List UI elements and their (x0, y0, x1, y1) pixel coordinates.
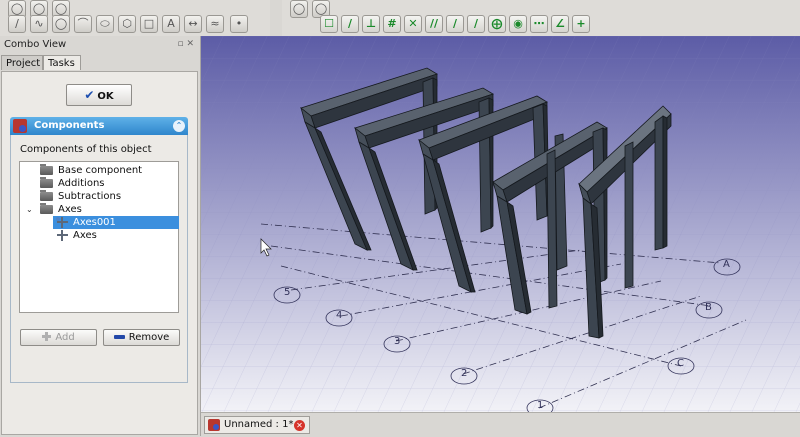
snap-intersection-icon[interactable]: ✕ (404, 15, 422, 33)
snap-dots-icon[interactable]: ⋯ (530, 15, 548, 33)
combo-view-panel: Combo View ▫ ✕ Project Tasks ✔ OK Compone… (0, 36, 201, 436)
tree-item-label: Additions (58, 178, 105, 189)
plus-icon (42, 332, 52, 341)
folder-icon (40, 164, 53, 175)
add-button[interactable]: Add (20, 329, 97, 346)
axis-label: 2 (461, 368, 467, 379)
toolbar-right: ◯ ◯ ☐ ∕ ⊥ # ✕ // ∕ ∕ ⨁ ◉ ⋯ ∠ + (282, 0, 800, 37)
check-icon: ✔ (84, 88, 95, 102)
remove-button-label: Remove (128, 332, 170, 343)
remove-button[interactable]: Remove (103, 329, 180, 346)
point-tool-icon[interactable]: • (230, 15, 248, 33)
rectangle-tool-icon[interactable]: □ (140, 15, 158, 33)
components-subtitle: Components of this object (20, 144, 152, 155)
snap-endpoint-icon[interactable]: ∕ (341, 15, 359, 33)
components-header-label: Components (34, 120, 105, 131)
axis-label: C (677, 358, 684, 369)
axes-icon-dot (56, 217, 60, 221)
snap-circle-icon[interactable]: ◉ (509, 15, 527, 33)
tasks-pane: ✔ OK Components ⌃ Components of this obje… (1, 71, 198, 435)
snap-midpoint-icon[interactable]: ∕ (446, 15, 464, 33)
line-tool-icon[interactable]: ∕ (8, 15, 26, 33)
tool-icon[interactable]: ◯ (290, 0, 308, 18)
snap-parallel-icon[interactable]: // (425, 15, 443, 33)
minus-icon (113, 335, 125, 339)
snap-extension-icon[interactable]: ∕ (467, 15, 485, 33)
components-body: Components of this object Base component… (10, 135, 188, 383)
snap-lock-icon[interactable]: ☐ (320, 15, 338, 33)
freecad-icon (208, 419, 220, 431)
snap-perpendicular-icon[interactable]: ⊥ (362, 15, 380, 33)
tree-item-label: Axes (73, 230, 97, 241)
folder-icon (40, 190, 53, 201)
tree-item-label: Base component (58, 165, 143, 176)
ellipse-tool-icon[interactable]: ⬭ (96, 15, 114, 33)
polygon-tool-icon[interactable]: ⬡ (118, 15, 136, 33)
components-icon (13, 119, 27, 133)
document-tab-bar: Unnamed : 1* ✕ (201, 412, 800, 437)
circle-tool-icon[interactable]: ◯ (52, 15, 70, 33)
snap-angle-icon[interactable]: ∠ (551, 15, 569, 33)
dimension-tool-icon[interactable]: ↔ (184, 15, 202, 33)
tree-item-label: Axes001 (73, 217, 116, 228)
add-button-label: Add (55, 332, 75, 343)
snap-plus-icon[interactable]: + (572, 15, 590, 33)
axis-label: 4 (336, 310, 342, 321)
axis-label: A (723, 259, 730, 270)
3d-scene: 5 4 3 2 1 A B C (201, 36, 800, 412)
document-tab-label: Unnamed : 1* (224, 419, 294, 430)
document-tab[interactable]: Unnamed : 1* ✕ (204, 416, 310, 434)
tab-project[interactable]: Project (1, 55, 43, 70)
wire-tool-icon[interactable]: ∿ (30, 15, 48, 33)
tab-tasks[interactable]: Tasks (43, 55, 81, 70)
axis-label: B (705, 302, 712, 313)
axis-label: 1 (537, 400, 543, 411)
axis-label: 3 (394, 336, 400, 347)
components-tree[interactable]: Base component Additions Subtractions ⌄ … (19, 161, 179, 313)
components-header: Components ⌃ (10, 117, 188, 135)
tree-item-label: Subtractions (58, 191, 122, 202)
ok-button-label: OK (97, 91, 114, 102)
text-tool-icon[interactable]: A (162, 15, 180, 33)
tree-item-axes001[interactable]: Axes001 (53, 216, 179, 229)
snap-center-icon[interactable]: ⨁ (488, 15, 506, 33)
folder-icon (40, 203, 53, 214)
folder-icon (40, 177, 53, 188)
close-icon[interactable]: ✕ (294, 420, 305, 431)
panel-controls-icon[interactable]: ▫ ✕ (177, 39, 194, 49)
ok-button[interactable]: ✔ OK (66, 84, 132, 106)
collapse-icon[interactable]: ⌃ (173, 120, 185, 132)
combo-view-title: Combo View (4, 39, 67, 50)
snap-grid-icon[interactable]: # (383, 15, 401, 33)
3d-viewport[interactable]: 5 4 3 2 1 A B C (201, 36, 800, 412)
toolbar-left: ◯ ◯ ◯ ∕ ∿ ◯ ⌒ ⬭ ⬡ □ A ↔ ≈ • (0, 0, 270, 37)
tree-item-label: Axes (58, 204, 82, 215)
chevron-down-icon[interactable]: ⌄ (26, 203, 33, 216)
axes-icon (56, 229, 69, 242)
arc-tool-icon[interactable]: ⌒ (74, 15, 92, 33)
bspline-tool-icon[interactable]: ≈ (206, 15, 224, 33)
viewport-grid (201, 36, 800, 412)
axis-label: 5 (284, 287, 290, 298)
